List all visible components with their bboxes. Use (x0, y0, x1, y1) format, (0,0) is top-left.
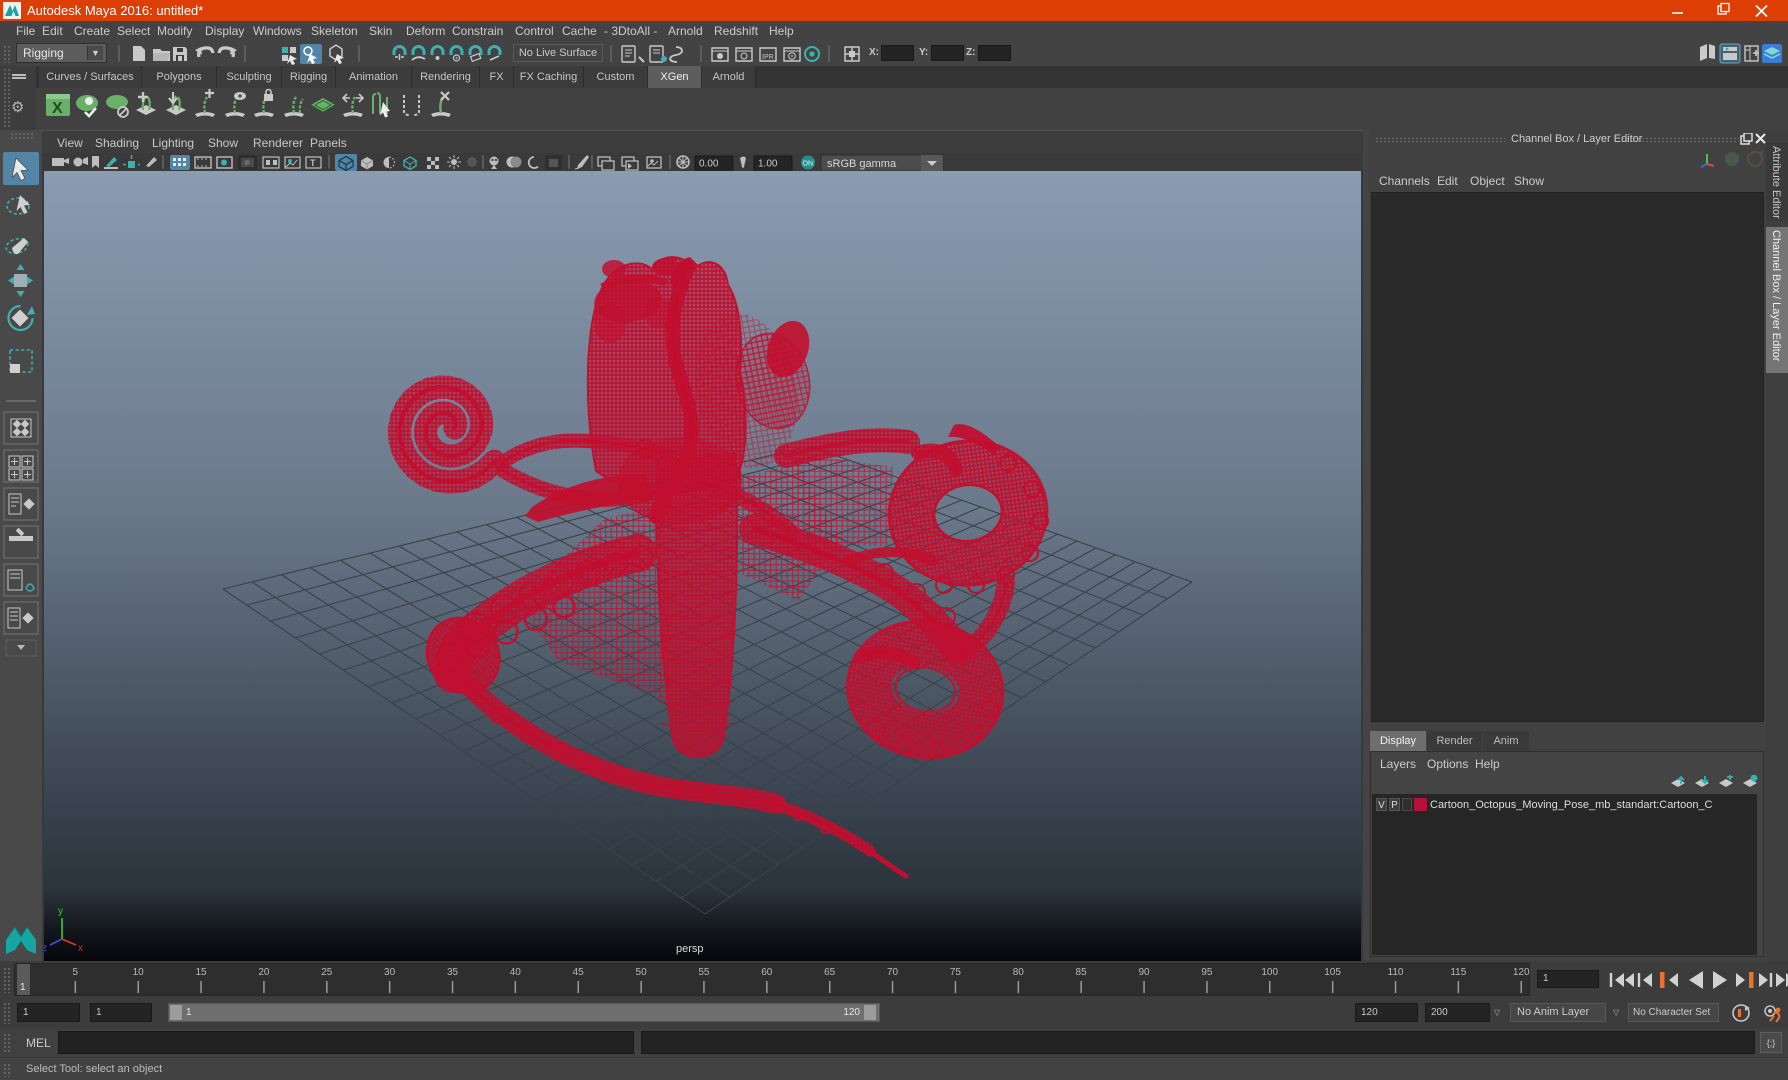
svg-text:T: T (310, 158, 316, 168)
svg-text:40: 40 (510, 967, 522, 978)
svg-text:IPR: IPR (762, 54, 774, 61)
svg-text:95: 95 (1201, 967, 1213, 978)
svg-text:100: 100 (1261, 967, 1278, 978)
svg-text:105: 105 (1324, 967, 1341, 978)
svg-text:5: 5 (73, 967, 79, 978)
svg-text:85: 85 (1076, 967, 1088, 978)
svg-text:50: 50 (636, 967, 648, 978)
svg-text:35: 35 (447, 967, 459, 978)
svg-text:1.00: 1.00 (758, 159, 778, 170)
svg-text:45: 45 (573, 967, 585, 978)
svg-text:110: 110 (1388, 967, 1404, 978)
svg-text:70: 70 (887, 967, 899, 978)
svg-text:z: z (44, 943, 47, 954)
svg-text:20: 20 (258, 967, 270, 978)
svg-text:ON: ON (803, 161, 814, 168)
svg-text:55: 55 (698, 967, 710, 978)
svg-text:60: 60 (761, 967, 773, 978)
svg-text:75: 75 (950, 967, 962, 978)
svg-text:15: 15 (195, 967, 207, 978)
svg-text:X: X (52, 100, 63, 117)
svg-text:x: x (78, 943, 83, 954)
svg-text:y: y (58, 906, 63, 917)
svg-text:120: 120 (1513, 967, 1530, 978)
svg-text:sRGB gamma: sRGB gamma (827, 158, 897, 170)
svg-text:65: 65 (824, 967, 836, 978)
svg-text:persp: persp (676, 943, 704, 955)
svg-text:90: 90 (1138, 967, 1150, 978)
svg-text:25: 25 (321, 967, 333, 978)
svg-text:80: 80 (1013, 967, 1025, 978)
svg-text:0.00: 0.00 (699, 159, 719, 170)
svg-text:10: 10 (133, 967, 145, 978)
svg-text:30: 30 (384, 967, 396, 978)
svg-text:115: 115 (1450, 967, 1466, 978)
